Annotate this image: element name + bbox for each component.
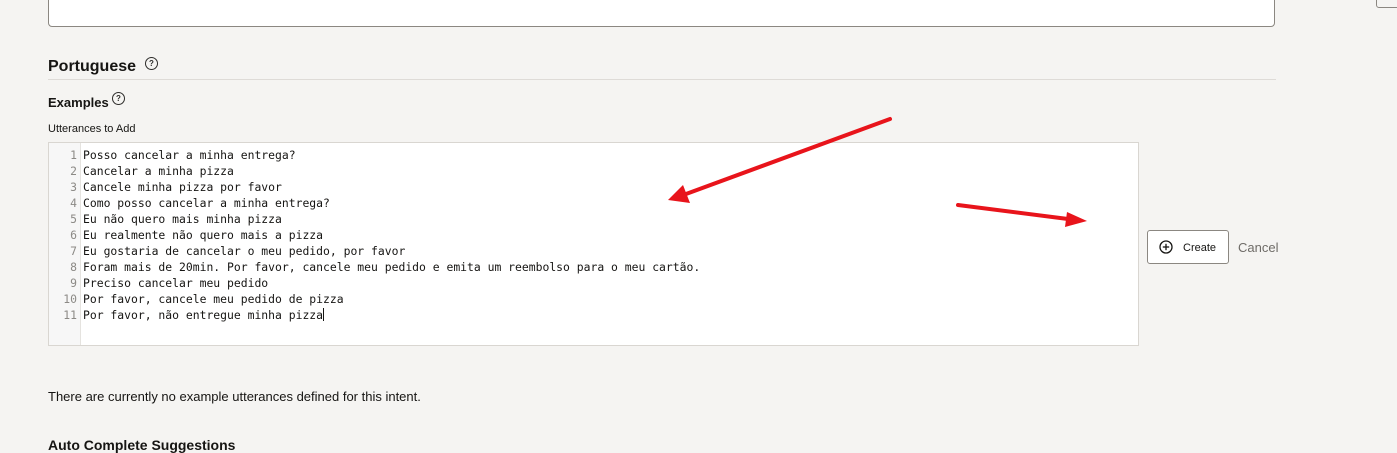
annotation-arrows	[668, 117, 1087, 227]
annotation-arrowhead-2	[1065, 212, 1087, 227]
annotation-arrow-2	[956, 203, 1070, 221]
annotation-arrow-1	[684, 117, 892, 196]
